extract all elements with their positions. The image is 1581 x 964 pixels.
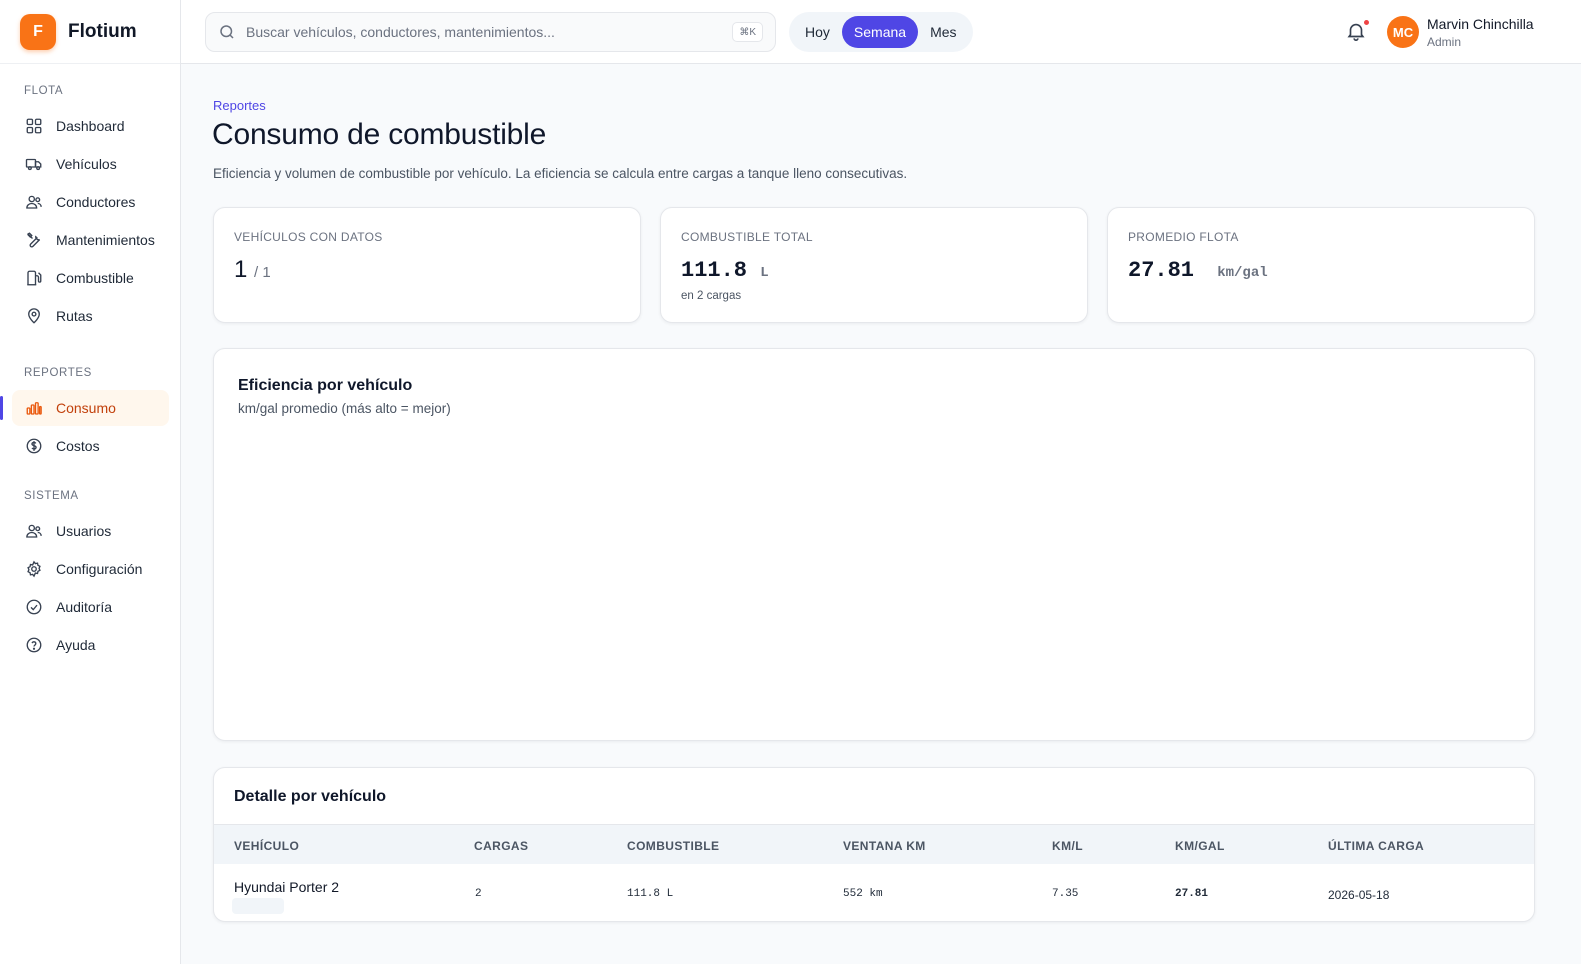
dollar-circle-icon xyxy=(24,436,44,456)
search-icon xyxy=(220,25,234,39)
help-circle-icon xyxy=(24,635,44,655)
nav-section-reportes: REPORTES xyxy=(24,367,92,379)
table-header: VEHÍCULO CARGAS COMBUSTIBLE VENTANA KM K… xyxy=(214,824,1534,864)
stat-number: 27.81 xyxy=(1128,258,1195,283)
stat-unit: km/gal xyxy=(1217,265,1268,281)
sidebar-item-mantenimientos[interactable]: Mantenimientos xyxy=(12,222,169,258)
map-pin-icon xyxy=(24,306,44,326)
sidebar: F Flotium FLOTA Dashboard Vehículos Cond… xyxy=(0,0,181,964)
sidebar-item-label: Rutas xyxy=(56,308,93,324)
topbar: ⌘K Hoy Semana Mes MC Marvin Chinchilla A… xyxy=(181,0,1581,64)
search-box[interactable]: ⌘K xyxy=(205,12,776,52)
cell-ventana-km: 552 km xyxy=(843,888,883,900)
sidebar-item-label: Consumo xyxy=(56,400,116,416)
page-subtitle: Eficiencia y volumen de combustible por … xyxy=(213,166,908,181)
avatar[interactable]: MC xyxy=(1387,16,1419,48)
page-title: Consumo de combustible xyxy=(212,118,547,151)
stat-number: 1 xyxy=(234,256,248,283)
fuel-icon xyxy=(24,268,44,288)
breadcrumb[interactable]: Reportes xyxy=(213,98,266,113)
cell-ultima-carga: 2026-05-18 xyxy=(1328,888,1390,902)
check-circle-icon xyxy=(24,597,44,617)
sidebar-item-dashboard[interactable]: Dashboard xyxy=(12,108,169,144)
brand[interactable]: F Flotium xyxy=(0,0,180,64)
sidebar-item-conductores[interactable]: Conductores xyxy=(12,184,169,220)
sidebar-item-auditoria[interactable]: Auditoría xyxy=(12,589,169,625)
sidebar-item-costos[interactable]: Costos xyxy=(12,428,169,464)
user-role: Admin xyxy=(1427,35,1462,49)
stat-number: 111.8 xyxy=(681,258,748,283)
period-month[interactable]: Mes xyxy=(918,16,968,48)
cell-combustible: 111.8 L xyxy=(627,888,674,900)
sidebar-item-label: Usuarios xyxy=(56,523,112,539)
detail-title: Detalle por vehículo xyxy=(234,788,387,805)
stat-card-avg: PROMEDIO FLOTA 27.81 km/gal xyxy=(1107,207,1535,323)
brand-logo: F xyxy=(20,13,56,50)
cell-vehiculo[interactable]: Hyundai Porter 2 xyxy=(234,879,339,895)
period-week[interactable]: Semana xyxy=(841,16,919,48)
sidebar-item-label: Costos xyxy=(56,438,100,454)
chart-area xyxy=(238,439,1510,716)
bar-chart-icon xyxy=(24,398,44,418)
period-today[interactable]: Hoy xyxy=(793,16,842,48)
gear-icon xyxy=(24,559,44,579)
stat-card-vehicles: VEHÍCULOS CON DATOS 1 / 1 xyxy=(213,207,641,323)
stat-label: PROMEDIO FLOTA xyxy=(1128,230,1239,244)
truck-icon xyxy=(24,154,44,174)
search-shortcut: ⌘K xyxy=(732,22,763,42)
stat-value: 1 / 1 xyxy=(234,256,271,284)
sidebar-item-label: Auditoría xyxy=(56,599,113,615)
sidebar-item-configuracion[interactable]: Configuración xyxy=(12,551,169,587)
stat-total: / 1 xyxy=(254,264,271,281)
sidebar-item-usuarios[interactable]: Usuarios xyxy=(12,513,169,549)
period-selector: Hoy Semana Mes xyxy=(789,12,973,52)
chart-title: Eficiencia por vehículo xyxy=(238,377,413,394)
stat-label: COMBUSTIBLE TOTAL xyxy=(681,230,813,244)
stat-unit: L xyxy=(760,265,769,281)
sidebar-item-rutas[interactable]: Rutas xyxy=(12,298,169,334)
brand-name: Flotium xyxy=(68,20,137,42)
notification-dot xyxy=(1363,19,1370,26)
sidebar-item-ayuda[interactable]: Ayuda xyxy=(12,627,169,663)
sidebar-item-label: Mantenimientos xyxy=(56,232,155,248)
sidebar-item-label: Ayuda xyxy=(56,637,96,653)
users-icon xyxy=(24,521,44,541)
stat-label: VEHÍCULOS CON DATOS xyxy=(234,230,383,244)
chart-subtitle: km/gal promedio (más alto = mejor) xyxy=(238,401,451,416)
col-km-l[interactable]: KM/L xyxy=(1052,839,1083,853)
sidebar-item-label: Vehículos xyxy=(56,156,117,172)
cell-km-l: 7.35 xyxy=(1052,888,1079,900)
detail-card: Detalle por vehículo VEHÍCULO CARGAS COM… xyxy=(213,767,1535,922)
sidebar-item-label: Combustible xyxy=(56,270,134,286)
col-cargas[interactable]: CARGAS xyxy=(474,839,528,853)
cell-km-gal: 27.81 xyxy=(1175,888,1209,900)
nav-section-flota: FLOTA xyxy=(24,85,64,97)
chart-card: Eficiencia por vehículo km/gal promedio … xyxy=(213,348,1535,741)
sidebar-item-vehiculos[interactable]: Vehículos xyxy=(12,146,169,182)
sidebar-item-label: Conductores xyxy=(56,194,136,210)
col-vehiculo[interactable]: VEHÍCULO xyxy=(234,839,299,853)
sidebar-item-combustible[interactable]: Combustible xyxy=(12,260,169,296)
grid-icon xyxy=(24,116,44,136)
col-km-gal[interactable]: KM/GAL xyxy=(1175,839,1225,853)
user-name[interactable]: Marvin Chinchilla xyxy=(1427,16,1534,32)
stat-value: 111.8 L xyxy=(681,258,769,283)
cell-cargas: 2 xyxy=(475,888,482,900)
nav-section-sistema: SISTEMA xyxy=(24,490,79,502)
sidebar-item-label: Dashboard xyxy=(56,118,125,134)
vehicle-plate-placeholder xyxy=(232,898,284,914)
stat-card-fuel: COMBUSTIBLE TOTAL 111.8 L en 2 cargas xyxy=(660,207,1088,323)
col-ventana-km[interactable]: VENTANA KM xyxy=(843,839,926,853)
sidebar-item-label: Configuración xyxy=(56,561,143,577)
col-combustible[interactable]: COMBUSTIBLE xyxy=(627,839,719,853)
col-ultima-carga[interactable]: ÚLTIMA CARGA xyxy=(1328,839,1424,853)
users-icon xyxy=(24,192,44,212)
stat-value: 27.81 km/gal xyxy=(1128,258,1268,283)
stat-sub: en 2 cargas xyxy=(681,290,742,302)
sidebar-item-consumo[interactable]: Consumo xyxy=(0,390,169,426)
wrench-icon xyxy=(24,230,44,250)
search-input[interactable] xyxy=(246,24,716,40)
